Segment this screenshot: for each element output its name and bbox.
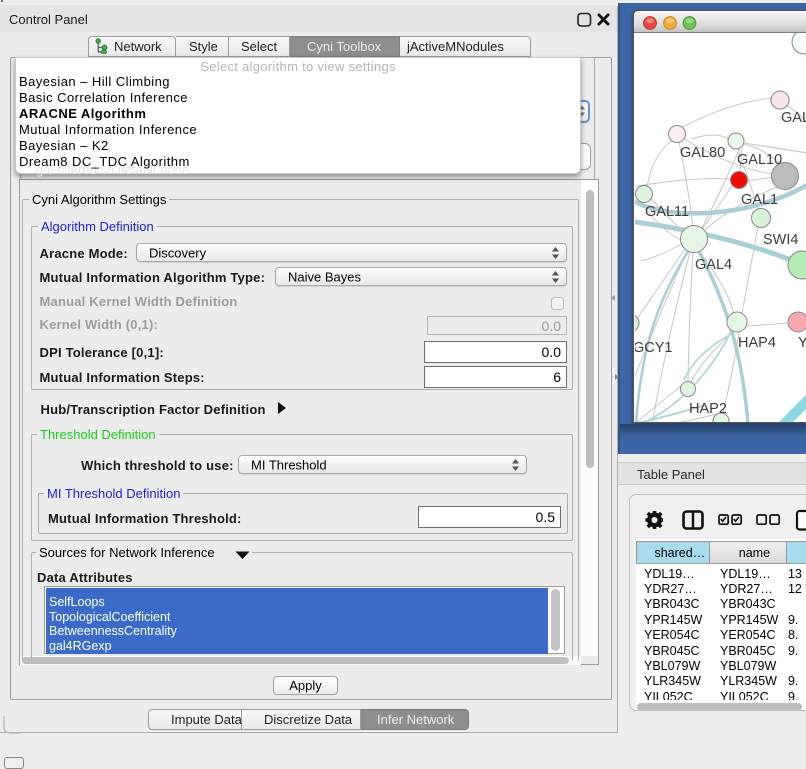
svg-text:Y: Y — [798, 335, 806, 351]
svg-text:GAL80: GAL80 — [680, 145, 725, 161]
svg-text:SWI4: SWI4 — [763, 232, 798, 248]
svg-text:HAP4: HAP4 — [738, 335, 776, 351]
svg-text:GCY1: GCY1 — [635, 340, 673, 356]
svg-text:GAL1: GAL1 — [741, 192, 778, 208]
svg-text:GAL4: GAL4 — [695, 257, 732, 273]
svg-text:GAL: GAL — [781, 110, 806, 126]
svg-text:HAP2: HAP2 — [689, 401, 727, 417]
svg-text:GAL10: GAL10 — [737, 152, 782, 168]
svg-text:GAL11: GAL11 — [645, 204, 689, 220]
